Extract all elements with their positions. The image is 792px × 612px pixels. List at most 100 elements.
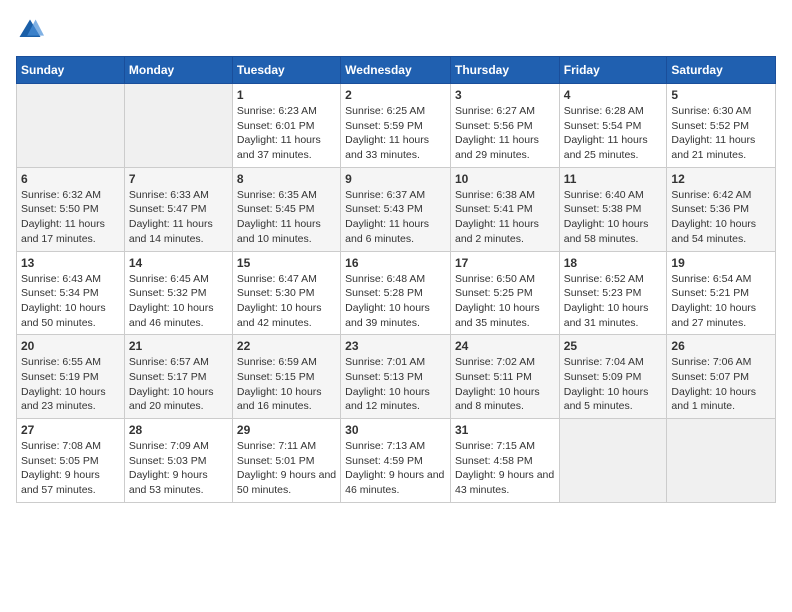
weekday-header-row: SundayMondayTuesdayWednesdayThursdayFrid… — [17, 57, 776, 84]
sunset-text: Sunset: 5:43 PM — [345, 202, 446, 217]
calendar-cell: 30Sunrise: 7:13 AMSunset: 4:59 PMDayligh… — [341, 419, 451, 503]
sunrise-text: Sunrise: 6:40 AM — [564, 188, 663, 203]
sunset-text: Sunset: 6:01 PM — [237, 119, 336, 134]
calendar-cell: 6Sunrise: 6:32 AMSunset: 5:50 PMDaylight… — [17, 167, 125, 251]
calendar-table: SundayMondayTuesdayWednesdayThursdayFrid… — [16, 56, 776, 503]
sunrise-text: Sunrise: 6:38 AM — [455, 188, 555, 203]
daylight-text: Daylight: 10 hours and 50 minutes. — [21, 301, 120, 330]
sunset-text: Sunset: 5:34 PM — [21, 286, 120, 301]
sunset-text: Sunset: 5:50 PM — [21, 202, 120, 217]
sunset-text: Sunset: 5:09 PM — [564, 370, 663, 385]
calendar-week-row: 6 Sunrise: 6:32 AMSunset: 5:50 PM Daylight… — [17, 167, 776, 251]
day-number: 28 — [129, 423, 228, 437]
day-info: Sunrise: 7:15 AMSunset: 4:58 PMDaylight:… — [455, 439, 555, 498]
daylight-text: Daylight: 9 hours and 43 minutes. — [455, 468, 555, 497]
calendar-week-row: 20Sunrise: 6:55 AMSunset: 5:19 PMDayligh… — [17, 335, 776, 419]
sunrise-text: Sunrise: 6:54 AM — [671, 272, 771, 287]
sunrise-text: Sunrise: 6:45 AM — [129, 272, 228, 287]
calendar-cell: 21Sunrise: 6:57 AMSunset: 5:17 PMDayligh… — [124, 335, 232, 419]
sunrise-text: Sunrise: 7:04 AM — [564, 355, 663, 370]
day-info: Sunrise: 6:55 AMSunset: 5:19 PMDaylight:… — [21, 355, 120, 414]
sunrise-text: Sunrise: 6:35 AM — [237, 188, 336, 203]
day-info: Sunrise: 6:52 AMSunset: 5:23 PMDaylight:… — [564, 272, 663, 331]
calendar-cell: 9Sunrise: 6:37 AMSunset: 5:43 PMDaylight… — [341, 167, 451, 251]
sunset-text: Sunset: 4:58 PM — [455, 454, 555, 469]
day-info: Sunrise: 6:45 AMSunset: 5:32 PMDaylight:… — [129, 272, 228, 331]
daylight-text: Daylight: 11 hours and 6 minutes. — [345, 217, 446, 246]
sunrise-text: Sunrise: 6:59 AM — [237, 355, 336, 370]
daylight-text: Daylight: 10 hours and 42 minutes. — [237, 301, 336, 330]
daylight-text: Daylight: 10 hours and 46 minutes. — [129, 301, 228, 330]
day-info: Sunrise: 7:02 AMSunset: 5:11 PMDaylight:… — [455, 355, 555, 414]
sunrise-text: Sunrise: 6:43 AM — [21, 272, 120, 287]
sunset-text: Sunset: 5:05 PM — [21, 454, 120, 469]
sunrise-text: Sunrise: 6:32 AM — [21, 188, 120, 203]
day-number: 21 — [129, 339, 228, 353]
day-info: Sunrise: 7:09 AMSunset: 5:03 PMDaylight:… — [129, 439, 228, 498]
day-info: Sunrise: 6:43 AMSunset: 5:34 PMDaylight:… — [21, 272, 120, 331]
daylight-text: Daylight: 9 hours and 46 minutes. — [345, 468, 446, 497]
sunset-text: Sunset: 5:47 PM — [129, 202, 228, 217]
calendar-cell: 27Sunrise: 7:08 AMSunset: 5:05 PMDayligh… — [17, 419, 125, 503]
day-number: 6 — [21, 172, 120, 186]
sunrise-text: Sunrise: 7:13 AM — [345, 439, 446, 454]
weekday-header-thursday: Thursday — [450, 57, 559, 84]
calendar-cell: 25Sunrise: 7:04 AMSunset: 5:09 PMDayligh… — [559, 335, 667, 419]
daylight-text: Daylight: 10 hours and 16 minutes. — [237, 385, 336, 414]
day-number: 24 — [455, 339, 555, 353]
weekday-header-tuesday: Tuesday — [232, 57, 340, 84]
daylight-text: Daylight: 11 hours and 33 minutes. — [345, 133, 446, 162]
sunset-text: Sunset: 5:03 PM — [129, 454, 228, 469]
daylight-text: Daylight: 10 hours and 39 minutes. — [345, 301, 446, 330]
day-info: Sunrise: 6:40 AMSunset: 5:38 PMDaylight:… — [564, 188, 663, 247]
daylight-text: Daylight: 10 hours and 23 minutes. — [21, 385, 120, 414]
sunrise-text: Sunrise: 6:25 AM — [345, 104, 446, 119]
sunset-text: Sunset: 5:21 PM — [671, 286, 771, 301]
calendar-cell: 12Sunrise: 6:42 AMSunset: 5:36 PMDayligh… — [667, 167, 776, 251]
day-number: 18 — [564, 256, 663, 270]
daylight-text: Daylight: 10 hours and 5 minutes. — [564, 385, 663, 414]
calendar-cell — [17, 84, 125, 168]
daylight-text: Daylight: 10 hours and 54 minutes. — [671, 217, 771, 246]
sunset-text: Sunset: 5:07 PM — [671, 370, 771, 385]
day-number: 9 — [345, 172, 446, 186]
calendar-cell: 16Sunrise: 6:48 AMSunset: 5:28 PMDayligh… — [341, 251, 451, 335]
logo-icon — [16, 16, 44, 44]
day-info: Sunrise: 7:06 AMSunset: 5:07 PMDaylight:… — [671, 355, 771, 414]
sunset-text: Sunset: 5:36 PM — [671, 202, 771, 217]
daylight-text: Daylight: 11 hours and 14 minutes. — [129, 217, 228, 246]
daylight-text: Daylight: 10 hours and 27 minutes. — [671, 301, 771, 330]
sunset-text: Sunset: 5:41 PM — [455, 202, 555, 217]
day-info: Sunrise: 6:38 AMSunset: 5:41 PMDaylight:… — [455, 188, 555, 247]
day-number: 11 — [564, 172, 663, 186]
calendar-cell: 18 Sunrise: 6:52 AMSunset: 5:23 PMDayligh… — [559, 251, 667, 335]
daylight-text: Daylight: 11 hours and 37 minutes. — [237, 133, 336, 162]
day-info: Sunrise: 6:30 AMSunset: 5:52 PMDaylight:… — [671, 104, 771, 163]
weekday-header-friday: Friday — [559, 57, 667, 84]
sunset-text: Sunset: 5:01 PM — [237, 454, 336, 469]
day-number: 14 — [129, 256, 228, 270]
sunrise-text: Sunrise: 7:11 AM — [237, 439, 336, 454]
daylight-text: Daylight: 11 hours and 29 minutes. — [455, 133, 555, 162]
calendar-cell: 4Sunrise: 6:28 AMSunset: 5:54 PMDaylight… — [559, 84, 667, 168]
day-info: Sunrise: 6:33 AMSunset: 5:47 PMDaylight:… — [129, 188, 228, 247]
sunrise-text: Sunrise: 7:01 AM — [345, 355, 446, 370]
calendar-cell: 13Sunrise: 6:43 AMSunset: 5:34 PMDayligh… — [17, 251, 125, 335]
sunset-text: Sunset: 5:56 PM — [455, 119, 555, 134]
day-info: Sunrise: 7:08 AMSunset: 5:05 PMDaylight:… — [21, 439, 120, 498]
calendar-cell: 23 Sunrise: 7:01 AMSunset: 5:13 PMDayligh… — [341, 335, 451, 419]
day-number: 4 — [564, 88, 663, 102]
daylight-text: Daylight: 10 hours and 20 minutes. — [129, 385, 228, 414]
day-info: Sunrise: 6:59 AMSunset: 5:15 PMDaylight:… — [237, 355, 336, 414]
sunrise-text: Sunrise: 6:47 AM — [237, 272, 336, 287]
sunset-text: Sunset: 5:52 PM — [671, 119, 771, 134]
calendar-week-row: 1Sunrise: 6:23 AMSunset: 6:01 PMDaylight… — [17, 84, 776, 168]
day-number: 23 — [345, 339, 446, 353]
daylight-text: Daylight: 11 hours and 10 minutes. — [237, 217, 336, 246]
day-info: Sunrise: 7:01 AMSunset: 5:13 PMDaylight:… — [345, 355, 446, 414]
calendar-cell: 7Sunrise: 6:33 AMSunset: 5:47 PMDaylight… — [124, 167, 232, 251]
day-number: 16 — [345, 256, 446, 270]
sunset-text: Sunset: 5:59 PM — [345, 119, 446, 134]
day-number: 1 — [237, 88, 336, 102]
sunrise-text: Sunrise: 7:15 AM — [455, 439, 555, 454]
